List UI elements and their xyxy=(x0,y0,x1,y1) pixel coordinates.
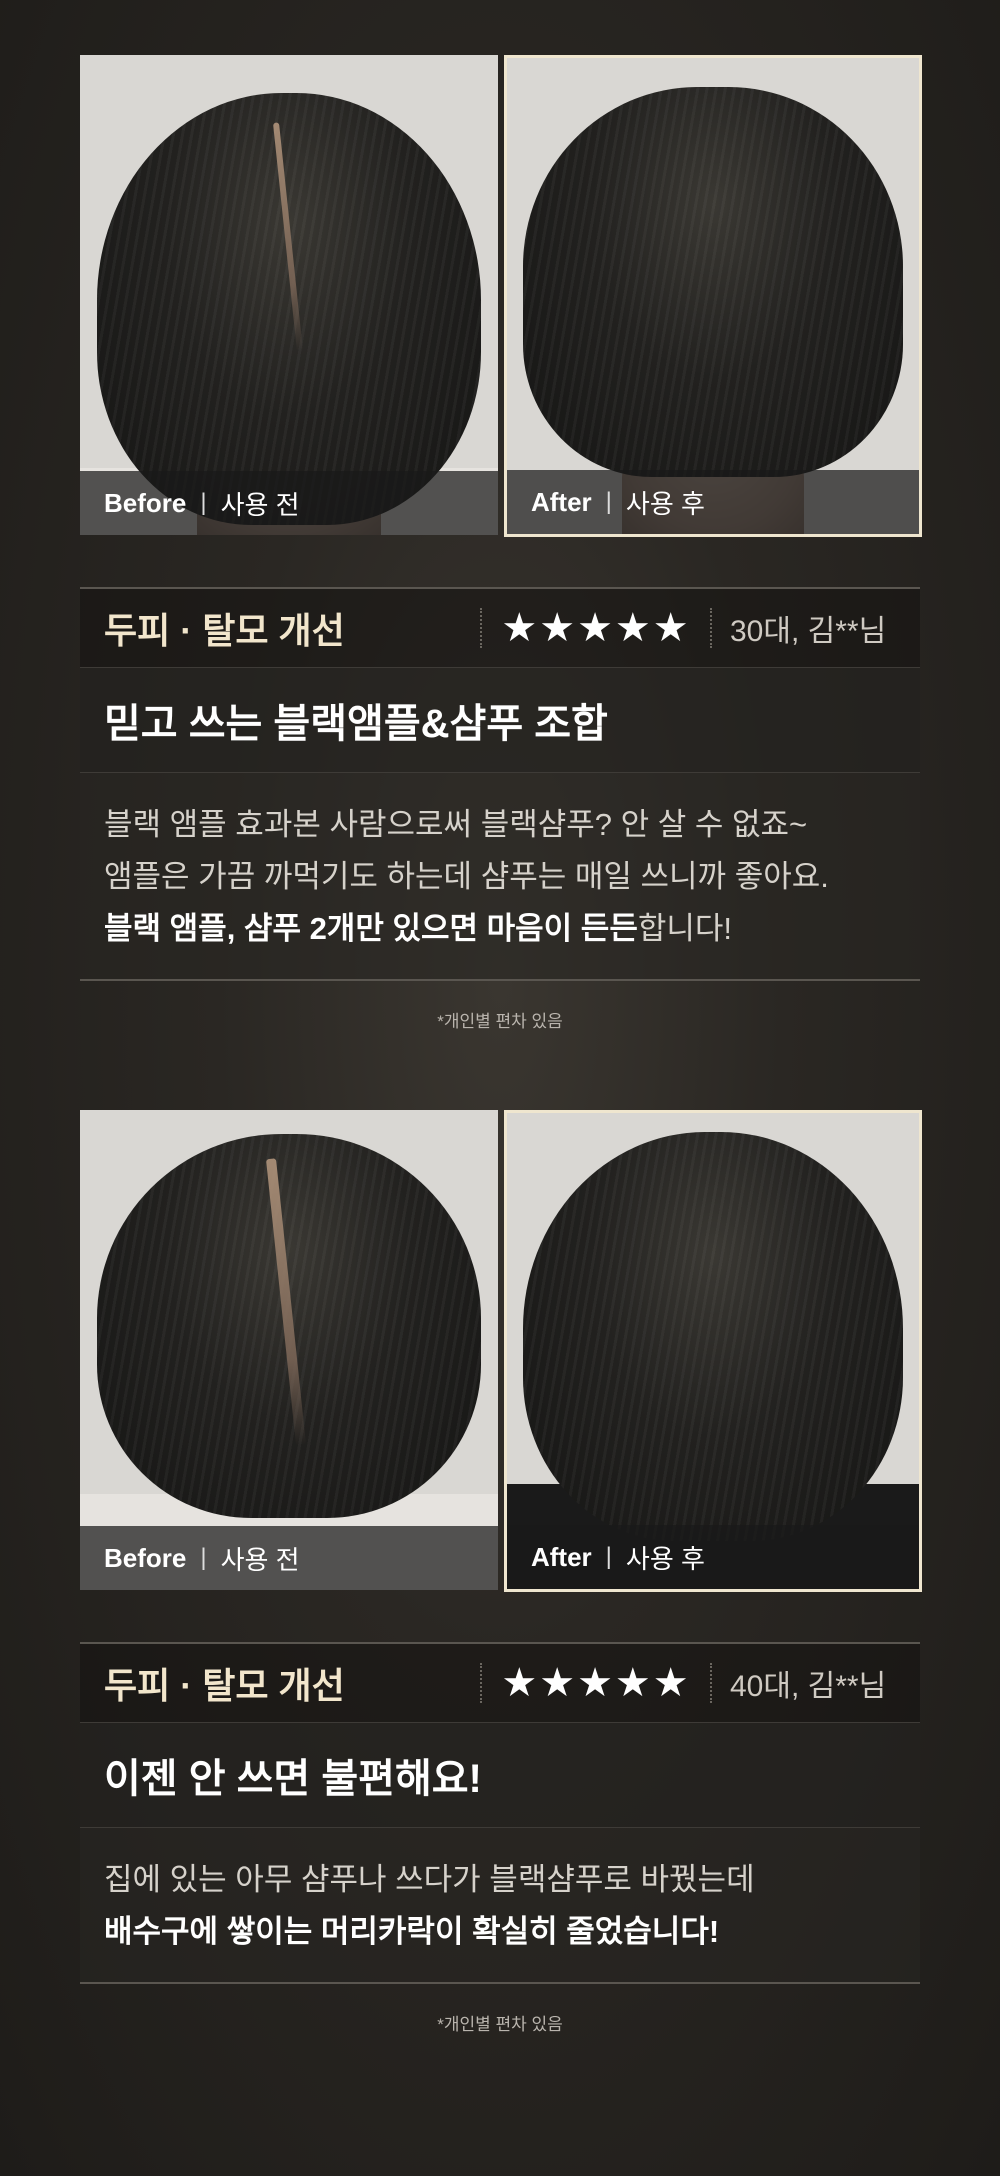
review-line: 집에 있는 아무 샴푸나 쓰다가 블랙샴푸로 바꿨는데 xyxy=(104,1862,755,1897)
review-text-card: 두피 · 탈모 개선 ★★★★★ 30대, 김**님 믿고 쓰는 블랙앰플&샴푸… xyxy=(80,587,920,981)
before-photo: Before | 사용 전 xyxy=(80,55,498,535)
before-label-ko: 사용 전 xyxy=(220,1544,300,1575)
review-highlight: 배수구에 쌓이는 머리카락이 확실히 줄었습니다! xyxy=(104,1914,720,1949)
review-highlight: 블랙 앰플, 샴푸 2개만 있으면 마음이 든든 xyxy=(104,911,638,946)
review-body: 집에 있는 아무 샴푸나 쓰다가 블랙샴푸로 바꿨는데 배수구에 쌓이는 머리카… xyxy=(80,1828,920,1982)
review-line-rest: 합니다! xyxy=(637,911,733,946)
star-rating: ★★★★★ xyxy=(501,1660,691,1706)
after-label: After xyxy=(531,1541,592,1572)
after-photo: After | 사용 후 xyxy=(504,55,922,537)
hair-image-before xyxy=(80,1110,498,1590)
review-header: 두피 · 탈모 개선 ★★★★★ 40대, 김**님 xyxy=(80,1644,920,1723)
hair-image-before xyxy=(80,55,498,535)
disclaimer-note: *개인별 편차 있음 xyxy=(437,2015,563,2034)
before-label: Before xyxy=(104,1542,187,1573)
before-label-ko: 사용 전 xyxy=(220,489,300,520)
after-label-ko: 사용 후 xyxy=(625,488,705,519)
review-category: 두피 · 탈모 개선 xyxy=(104,610,345,651)
caption-separator: | xyxy=(605,488,612,515)
caption-separator: | xyxy=(200,489,207,516)
review-line: 블랙 앰플, 샴푸 2개만 있으면 마음이 든든합니다! xyxy=(104,903,896,955)
review-card-1: Before | 사용 전 After | 사용 후 두피 · 탈모 개선 ★★… xyxy=(80,55,922,1032)
review-card-2: Before | 사용 전 After | 사용 후 두피 · 탈모 개선 ★★… xyxy=(80,1110,922,2035)
after-caption: After | 사용 후 xyxy=(507,1525,919,1589)
review-line: 블랙 앰플 효과본 사람으로써 블랙샴푸? 안 살 수 없죠~ xyxy=(104,807,808,842)
hair-image-after xyxy=(507,58,919,534)
before-caption: Before | 사용 전 xyxy=(80,1526,498,1590)
reviewer-info: 30대, 김**님 xyxy=(730,615,887,648)
review-title: 믿고 쓰는 블랙앰플&샴푸 조합 xyxy=(80,668,920,773)
star-rating: ★★★★★ xyxy=(501,605,691,651)
disclaimer-note: *개인별 편차 있음 xyxy=(437,1012,563,1031)
before-caption: Before | 사용 전 xyxy=(80,471,498,535)
reviewer-info: 40대, 김**님 xyxy=(730,1670,887,1703)
review-header: 두피 · 탈모 개선 ★★★★★ 30대, 김**님 xyxy=(80,589,920,668)
review-category: 두피 · 탈모 개선 xyxy=(104,1665,345,1706)
review-text-card: 두피 · 탈모 개선 ★★★★★ 40대, 김**님 이젠 안 쓰면 불편해요!… xyxy=(80,1642,920,1984)
before-after-photos: Before | 사용 전 After | 사용 후 xyxy=(80,55,922,537)
review-line: 앰플은 가끔 까먹기도 하는데 샴푸는 매일 쓰니까 좋아요. xyxy=(104,859,829,894)
caption-separator: | xyxy=(605,1543,612,1570)
before-label: Before xyxy=(104,487,187,518)
before-photo: Before | 사용 전 xyxy=(80,1110,498,1590)
before-after-photos: Before | 사용 전 After | 사용 후 xyxy=(80,1110,922,1592)
after-label-ko: 사용 후 xyxy=(625,1543,705,1574)
review-body: 블랙 앰플 효과본 사람으로써 블랙샴푸? 안 살 수 없죠~ 앰플은 가끔 까… xyxy=(80,773,920,979)
review-title: 이젠 안 쓰면 불편해요! xyxy=(80,1723,920,1828)
after-label: After xyxy=(531,486,592,517)
after-caption: After | 사용 후 xyxy=(507,470,919,534)
hair-image-after xyxy=(507,1113,919,1589)
caption-separator: | xyxy=(200,1544,207,1571)
after-photo: After | 사용 후 xyxy=(504,1110,922,1592)
